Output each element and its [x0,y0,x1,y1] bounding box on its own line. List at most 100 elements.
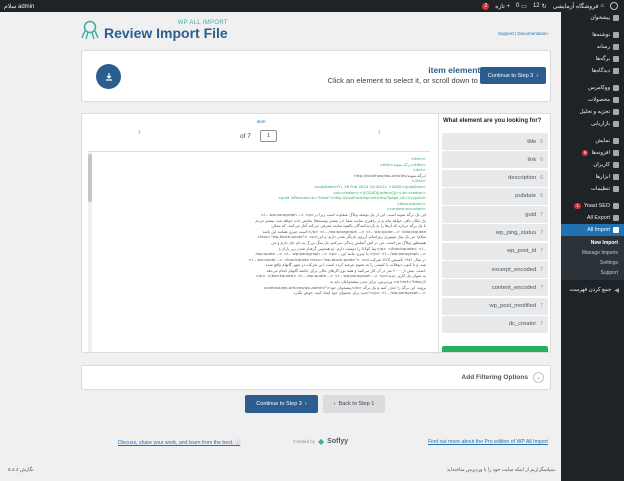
community-link[interactable]: Discuss, share your work, and learn from… [118,439,240,446]
continue-step3-button[interactable]: Continue to Step 3 › [245,395,318,413]
logo-text: WP ALL IMPORT Review Import File [104,20,228,40]
products-icon [613,97,619,103]
element-count: 6 [540,138,543,145]
filtering-options-label: Add Filtering Options [461,374,528,381]
element-name: link [527,156,537,163]
next-record-icon[interactable]: › [138,127,141,136]
element-count: 7 [540,321,543,328]
menu-item-comments[interactable]: دیدگاه‌ها [561,65,624,77]
menu-label: بازاریابی [591,121,610,127]
chevron-right-icon: › [536,72,539,79]
submenu-new-import[interactable]: New Import [561,238,624,248]
menu-item-plugins[interactable]: 6 افزونه‌ها [561,147,624,159]
header-links[interactable]: Support | Documentation [498,31,548,36]
menu-item-products[interactable]: محصولات [561,94,624,106]
chevron-down-icon[interactable]: ⌄ [533,372,544,383]
menu-item-posts[interactable]: نوشته‌ها [561,29,624,41]
menu-item-tools[interactable]: ابزارها [561,171,624,183]
pages-icon [613,56,619,62]
record-number-input[interactable]: 1 [260,130,277,142]
element-count: 6 [540,175,543,182]
community-link-text: Discuss, share your work, and learn from… [118,440,234,446]
new-content-link[interactable]: + تازه [495,3,510,10]
element-row[interactable]: excerpt_encoded 7 [442,261,548,279]
menu-item-settings[interactable]: تنظیمات [561,183,624,195]
download-button[interactable] [96,64,121,89]
comments-link[interactable]: ▭ 0 [516,3,527,10]
element-count: 7 [540,266,543,273]
user-greeting[interactable]: سلام admin [4,3,34,10]
wp-version: نگارش 6.4.2 [8,468,34,473]
menu-item-all-export[interactable]: All Export [561,212,624,224]
prev-record-icon[interactable]: ‹ [378,127,381,136]
pro-edition-link[interactable]: Find out more about the Pro edition of W… [428,439,548,445]
filtering-options-panel[interactable]: Add Filtering Options ⌄ [81,365,551,390]
collapse-label: جمع کردن فهرست [569,287,612,293]
element-name: title [527,138,537,145]
submenu-settings[interactable]: Settings [561,258,624,268]
updates-link[interactable]: ↻ 12 [533,3,547,10]
submenu-support[interactable]: Support [561,268,624,278]
menu-label: تنظیمات [590,186,610,192]
menu-label: All Import [587,227,610,233]
element-count: 7 [540,229,543,236]
wp-thanks-text[interactable]: سپاسگزاریم از اینکه سایت خود را با وردپر… [447,468,556,473]
site-name-link[interactable]: ⌂ فروشگاه آزمایشی [553,3,604,10]
soflyy-brand[interactable]: Soflyy [327,438,348,445]
collapse-icon: ◀ [614,287,619,294]
back-step1-button[interactable]: ‹ Back to Step 1 [323,395,385,413]
menu-item-woocommerce[interactable]: ووکامرس [561,82,624,94]
menu-item-appearance[interactable]: نمایش [561,135,624,147]
menu-item-yoast[interactable]: 1 Yoast SEO [561,200,624,212]
submenu-manage-imports[interactable]: Manage Imports [561,248,624,258]
menu-label: Yoast SEO [583,203,610,209]
menu-item-pages[interactable]: برگه‌ها [561,53,624,65]
all-import-submenu: New Import Manage Imports Settings Suppo… [561,236,624,280]
element-row[interactable]: dc_creator 7 [442,315,548,333]
xml-content[interactable]: <item> <title>برگه نمونه</title> <link> … [88,151,430,352]
menu-item-marketing[interactable]: بازاریابی [561,118,624,130]
element-row[interactable]: link 6 [442,151,548,169]
comments-icon [613,68,619,74]
export-icon [613,215,619,221]
element-name: dc_creator [508,321,537,328]
element-count: 6 [540,156,543,163]
new-content-label: + تازه [495,3,510,10]
menu-item-analytics[interactable]: تجزیه و تحلیل [561,106,624,118]
menu-label: محصولات [588,97,610,103]
created-by: Created by ◆ Soflyy [293,437,348,446]
settings-icon [613,186,619,192]
element-count: 7 [540,248,543,255]
element-row[interactable]: title 6 [442,133,548,150]
wordpress-logo-icon[interactable] [610,2,618,10]
continue-step3-label: Continue to Step 3 [256,401,302,407]
collapse-menu-button[interactable]: جمع کردن فهرست ◀ [561,284,624,296]
menu-item-media[interactable]: رسانه [561,41,624,53]
element-row[interactable]: pubdate 6 [442,187,548,205]
element-name: guid [525,211,537,218]
selected-element-row[interactable] [442,346,548,352]
menu-item-users[interactable]: کاربران [561,159,624,171]
element-row[interactable]: content_encoded 7 [442,279,548,297]
element-count: 6 [540,193,543,200]
yoast-badge: 1 [574,203,581,209]
step-title: item elements [428,65,485,75]
scroll-thumb[interactable] [88,154,92,202]
menu-item-dashboard[interactable]: پیشخوان [561,12,624,24]
menu-label: پیشخوان [590,15,610,21]
element-row[interactable]: description 6 [442,169,548,187]
info-icon: ⓘ [235,440,241,446]
element-row[interactable]: guid 7 [442,206,548,224]
import-icon [613,227,619,233]
element-count: 7 [540,211,543,218]
menu-label: ووکامرس [588,85,610,91]
continue-step3-top-button[interactable]: Continue to Step 3 › [480,67,546,84]
element-row[interactable]: wp_ping_status 7 [442,224,548,242]
element-row[interactable]: wp_post_id 7 [442,242,548,260]
element-row[interactable]: wp_post_modified 7 [442,297,548,315]
menu-item-all-import[interactable]: All Import [561,224,624,236]
scrollbar[interactable] [88,152,92,352]
menu-label: ابزارها [595,174,610,180]
notification-badge[interactable]: 2 [482,2,490,10]
plugins-icon [613,150,619,156]
